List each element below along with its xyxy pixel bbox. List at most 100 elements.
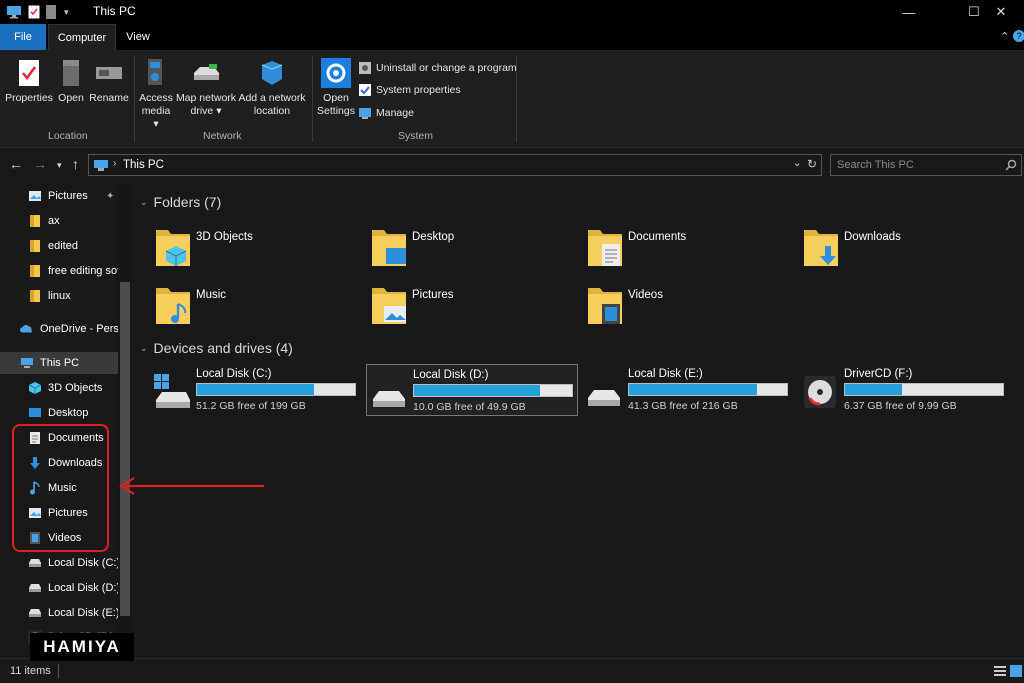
videos-folder-icon: [586, 282, 624, 328]
open-label: Open: [58, 92, 84, 104]
collapse-chevron-icon[interactable]: ⌄: [140, 197, 148, 208]
access-media-button[interactable]: Access media ▾: [138, 56, 174, 131]
back-arrow-icon[interactable]: ←: [9, 156, 23, 172]
folder-item[interactable]: Downloads: [802, 224, 1012, 276]
folder-item[interactable]: Music: [154, 282, 364, 334]
nav-item[interactable]: Desktop: [0, 402, 118, 424]
onedrive-icon: [20, 322, 34, 336]
drive-item[interactable]: Local Disk (D:) 10.0 GB free of 49.9 GB: [366, 364, 578, 416]
window-title: This PC: [93, 4, 136, 18]
tab-file[interactable]: File: [0, 24, 46, 50]
folder-item[interactable]: Pictures: [370, 282, 580, 334]
close-button[interactable]: ✕: [978, 0, 1024, 24]
folders-section-header[interactable]: ⌄ Folders (7): [140, 194, 221, 210]
navigation-scrollbar[interactable]: [118, 182, 132, 658]
scrollbar-thumb[interactable]: [120, 282, 130, 616]
folder-item[interactable]: Videos: [586, 282, 796, 334]
local-disk-icon: [28, 606, 42, 620]
manage-button[interactable]: Manage: [358, 103, 414, 123]
nav-item-label: Local Disk (D:): [48, 582, 118, 594]
pin-icon[interactable]: ✦: [106, 191, 114, 202]
nav-item[interactable]: OneDrive - Person: [0, 318, 118, 340]
manage-icon: [359, 108, 371, 119]
drive-usage-fill: [197, 384, 314, 395]
minimize-button[interactable]: —: [886, 0, 932, 24]
add-network-location-button[interactable]: Add a network location: [238, 56, 306, 118]
drive-label: Local Disk (C:): [196, 368, 272, 380]
folder-label: Videos: [628, 289, 663, 301]
folder-item[interactable]: Documents: [586, 224, 796, 276]
access-media-label2: media ▾: [141, 105, 171, 130]
quick-access-toolbar: ▾: [6, 4, 69, 20]
nav-item[interactable]: edited: [0, 235, 118, 257]
nav-item[interactable]: Local Disk (E:): [0, 602, 118, 624]
tab-view[interactable]: View: [118, 24, 158, 50]
nav-item[interactable]: ax: [0, 210, 118, 232]
folder-item[interactable]: Desktop: [370, 224, 580, 276]
open-settings-button[interactable]: Open Settings: [316, 56, 356, 118]
nav-item[interactable]: Pictures ✦: [0, 185, 118, 207]
uninstall-program-button[interactable]: Uninstall or change a program: [358, 58, 517, 78]
nav-item[interactable]: This PC: [0, 352, 118, 374]
downloads-folder-icon: [802, 224, 840, 270]
nav-item[interactable]: free editing softw: [0, 260, 118, 282]
folder-label: Pictures: [412, 289, 454, 301]
properties-icon: [19, 60, 39, 86]
properties-quick-icon[interactable]: [28, 5, 40, 19]
rename-label: Rename: [89, 92, 129, 104]
open-settings-label1: Open: [323, 92, 349, 104]
properties-button[interactable]: Properties: [5, 56, 53, 105]
drives-section-header[interactable]: ⌄ Devices and drives (4): [140, 340, 293, 356]
new-folder-quick-icon[interactable]: [46, 5, 58, 19]
nav-item-label: Local Disk (C:): [48, 557, 118, 569]
recent-locations-chevron-icon[interactable]: ▾: [57, 160, 62, 171]
folder-item[interactable]: 3D Objects: [154, 224, 364, 276]
nav-item[interactable]: linux: [0, 285, 118, 307]
drive-item[interactable]: Local Disk (E:) 41.3 GB free of 216 GB: [582, 364, 794, 416]
open-settings-label2: Settings: [317, 105, 355, 117]
manage-label: Manage: [376, 107, 414, 119]
collapse-ribbon-icon[interactable]: ⌃: [1000, 30, 1009, 43]
help-icon[interactable]: ?: [1013, 30, 1024, 42]
nav-item[interactable]: 3D Objects: [0, 377, 118, 399]
breadcrumb-chevron-icon[interactable]: ›: [113, 158, 116, 169]
drive-item[interactable]: Local Disk (C:) 51.2 GB free of 199 GB: [150, 364, 362, 416]
forward-arrow-icon[interactable]: →: [33, 156, 47, 172]
search-input[interactable]: Search This PC: [830, 154, 1022, 176]
system-group-label: System: [398, 130, 434, 142]
nav-item-label: Desktop: [48, 407, 89, 419]
drive-free-space: 10.0 GB free of 49.9 GB: [413, 401, 526, 413]
details-view-icon[interactable]: [994, 665, 1006, 677]
refresh-icon[interactable]: ↻: [807, 157, 817, 171]
up-arrow-icon[interactable]: ↑: [72, 156, 79, 172]
nav-item[interactable]: Local Disk (C:): [0, 552, 118, 574]
customize-quick-access-icon[interactable]: ▾: [64, 7, 69, 18]
tab-computer[interactable]: Computer: [48, 24, 116, 50]
nav-item[interactable]: Local Disk (D:): [0, 577, 118, 599]
drive-label: DriverCD (F:): [844, 368, 913, 380]
folder-icon: [28, 264, 42, 278]
documents-folder-icon: [586, 224, 624, 270]
drive-item[interactable]: DriverCD (F:) 6.37 GB free of 9.99 GB: [798, 364, 1010, 416]
add-network-location-icon: [261, 61, 283, 85]
drive-free-space: 51.2 GB free of 199 GB: [196, 400, 306, 412]
ribbon-separator: [134, 56, 135, 142]
system-properties-icon: [359, 84, 371, 96]
map-network-drive-label1: Map network: [175, 92, 237, 104]
system-properties-button[interactable]: System properties: [358, 80, 461, 100]
address-path[interactable]: This PC: [123, 159, 164, 171]
map-network-drive-button[interactable]: Map network drive ▾: [175, 56, 237, 118]
drive-label: Local Disk (D:): [413, 369, 489, 381]
address-dropdown-chevron-icon[interactable]: ⌄: [793, 158, 801, 169]
local-disk-icon: [28, 581, 42, 595]
open-button[interactable]: Open: [55, 56, 87, 105]
large-icons-view-icon[interactable]: [1010, 665, 1022, 677]
collapse-chevron-icon[interactable]: ⌄: [140, 343, 148, 354]
highlight-box: [12, 424, 109, 552]
rename-button[interactable]: Rename: [88, 56, 130, 105]
address-bar[interactable]: › This PC ⌄ ↻: [88, 154, 822, 176]
uninstall-icon: [359, 62, 371, 74]
title-bar: ▾ This PC — ☐ ✕: [0, 0, 1024, 24]
search-placeholder: Search This PC: [837, 159, 914, 171]
windows-drive-icon: [152, 372, 192, 412]
